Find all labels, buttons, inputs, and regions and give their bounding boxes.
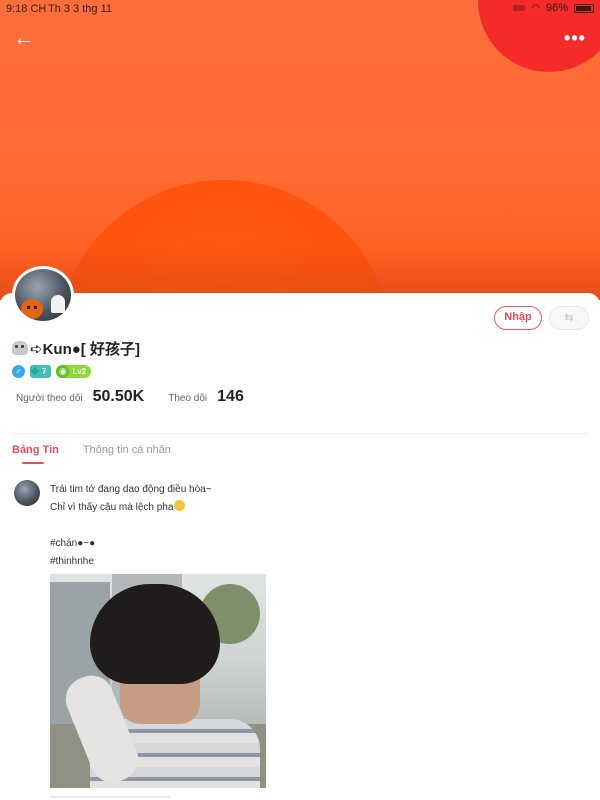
grinning-face-icon xyxy=(174,500,186,511)
post-blank-line xyxy=(50,517,570,535)
tab-bar: Bảng Tin Thông tin cá nhân xyxy=(12,444,171,468)
following-count[interactable]: 146 xyxy=(217,388,244,406)
lv-badge: ◉ Lv2 xyxy=(56,364,92,378)
more-horizontal-icon: ••• xyxy=(564,28,586,48)
more-options-button[interactable]: ••• xyxy=(560,28,590,48)
gender-badge: ♂ xyxy=(12,364,25,378)
post-hashtag[interactable]: #thinhnhe xyxy=(50,553,570,571)
status-bar: 9:18 CH Th 3 3 thg 11 ◠ 96% xyxy=(0,0,600,18)
battery-icon xyxy=(574,3,594,13)
badge-row: ♂ 7 ◉ Lv2 xyxy=(12,364,92,378)
post-hashtag[interactable]: #chán●~● xyxy=(50,535,570,553)
profile-banner xyxy=(0,0,600,300)
followers-label[interactable]: Người theo dõi xyxy=(16,393,83,404)
level-badge: 7 xyxy=(30,364,52,378)
status-date: Th 3 3 thg 11 xyxy=(48,3,113,15)
divider xyxy=(12,433,588,434)
avatar[interactable] xyxy=(12,266,74,324)
post-line-with-emoji: Chỉ vì thấy cậu mà lệch pha xyxy=(50,499,570,517)
username-row: ➪Kun●[ 好孩子] xyxy=(12,338,140,358)
status-right-group: ◠ 96% xyxy=(513,2,594,14)
join-button[interactable]: Nhập xyxy=(494,306,542,330)
post-line: Chỉ vì thấy cậu mà lệch pha xyxy=(50,502,174,513)
post-divider xyxy=(50,796,170,798)
arrow-left-icon: ← xyxy=(13,25,35,50)
banner-fade xyxy=(0,245,600,300)
swap-icon: ⇆ xyxy=(564,312,574,324)
post-line: Trái tim tớ đang dao động điều hòa~ xyxy=(50,484,212,495)
post-image[interactable] xyxy=(50,574,266,788)
pumpkin-icon xyxy=(21,299,43,319)
status-time: 9:18 CH xyxy=(6,3,47,15)
globe-icon: ◉ xyxy=(56,364,70,378)
swap-button[interactable]: ⇆ xyxy=(549,306,589,330)
followers-count[interactable]: 50.50K xyxy=(93,388,145,406)
tab-feed[interactable]: Bảng Tin xyxy=(12,444,59,468)
following-label[interactable]: Theo dõi xyxy=(168,393,207,404)
tab-personal-info[interactable]: Thông tin cá nhân xyxy=(83,444,171,468)
post-avatar[interactable] xyxy=(14,480,40,506)
ghost-icon xyxy=(51,295,65,313)
photo-hair xyxy=(90,584,220,684)
signal-icon xyxy=(513,5,526,11)
lv-label: Lv2 xyxy=(72,366,87,376)
stats-row: Người theo dõi 50.50K Theo dõi 146 xyxy=(16,388,244,408)
back-button[interactable]: ← xyxy=(10,26,38,50)
post-text: Trái tim tớ đang dao động điều hòa~ Chỉ … xyxy=(50,481,570,571)
wifi-icon: ◠ xyxy=(531,2,540,14)
battery-percent: 96% xyxy=(545,2,568,14)
username: ➪Kun●[ 好孩子] xyxy=(30,340,140,358)
skull-icon xyxy=(12,341,28,355)
